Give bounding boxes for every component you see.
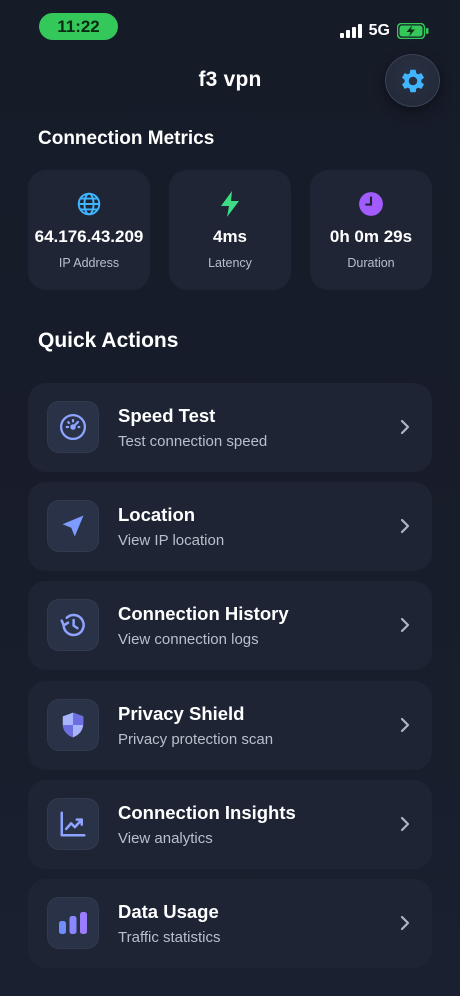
gear-icon (401, 69, 424, 92)
action-subtitle: View IP location (118, 532, 225, 549)
action-subtitle: View connection logs (118, 631, 259, 648)
action-title: Location (118, 504, 196, 525)
chevron-right-icon (400, 816, 410, 832)
action-title: Privacy Shield (118, 703, 245, 724)
action-subtitle: View analytics (118, 830, 213, 847)
chevron-right-icon (400, 717, 410, 733)
action-title: Connection History (118, 603, 289, 624)
action-subtitle: Test connection speed (118, 433, 268, 450)
action-subtitle: Traffic statistics (118, 929, 221, 946)
duration-label: Duration (347, 256, 395, 270)
metric-card-latency: 4ms Latency (169, 170, 291, 290)
action-data-usage[interactable]: Data Usage Traffic statistics (28, 879, 432, 968)
action-speed-test[interactable]: Speed Test Test connection speed (28, 383, 432, 472)
metric-card-ip: 64.176.43.209 IP Address (28, 170, 150, 290)
chevron-right-icon (400, 419, 410, 435)
status-indicators: 5G (339, 20, 429, 42)
latency-value: 4ms (212, 227, 248, 246)
speedometer-icon (60, 414, 86, 440)
quick-actions-section-title: Quick Actions (38, 329, 179, 352)
battery-charging-icon (397, 23, 429, 39)
action-privacy-shield[interactable]: Privacy Shield Privacy protection scan (28, 681, 432, 770)
network-type: 5G (368, 22, 390, 39)
clock-icon (359, 192, 383, 216)
duration-value: 0h 0m 29s (329, 227, 413, 246)
action-title: Speed Test (118, 405, 216, 426)
history-icon (60, 613, 85, 637)
bar-chart-icon (59, 912, 87, 934)
chevron-right-icon (400, 518, 410, 534)
ip-address-value: 64.176.43.209 (34, 227, 144, 246)
action-title: Data Usage (118, 901, 219, 922)
shield-icon (62, 712, 84, 738)
trend-chart-icon (60, 811, 86, 837)
chevron-right-icon (400, 617, 410, 633)
ip-address-label: IP Address (58, 256, 120, 270)
status-time: 11:22 (39, 13, 118, 40)
action-subtitle: Privacy protection scan (118, 731, 274, 748)
app-screen: 11:22 5G f3 vpn Connection Metrics 64.17… (0, 0, 460, 996)
location-arrow-icon (62, 515, 84, 537)
settings-button[interactable] (385, 54, 440, 107)
latency-label: Latency (208, 256, 252, 270)
action-connection-insights[interactable]: Connection Insights View analytics (28, 780, 432, 869)
action-location[interactable]: Location View IP location (28, 482, 432, 571)
action-connection-history[interactable]: Connection History View connection logs (28, 581, 432, 670)
chevron-right-icon (400, 915, 410, 931)
lightning-icon (221, 191, 239, 217)
signal-icon (339, 24, 362, 38)
globe-icon (77, 192, 101, 216)
metric-card-duration: 0h 0m 29s Duration (310, 170, 432, 290)
metrics-section-title: Connection Metrics (38, 128, 215, 149)
action-title: Connection Insights (118, 802, 296, 823)
